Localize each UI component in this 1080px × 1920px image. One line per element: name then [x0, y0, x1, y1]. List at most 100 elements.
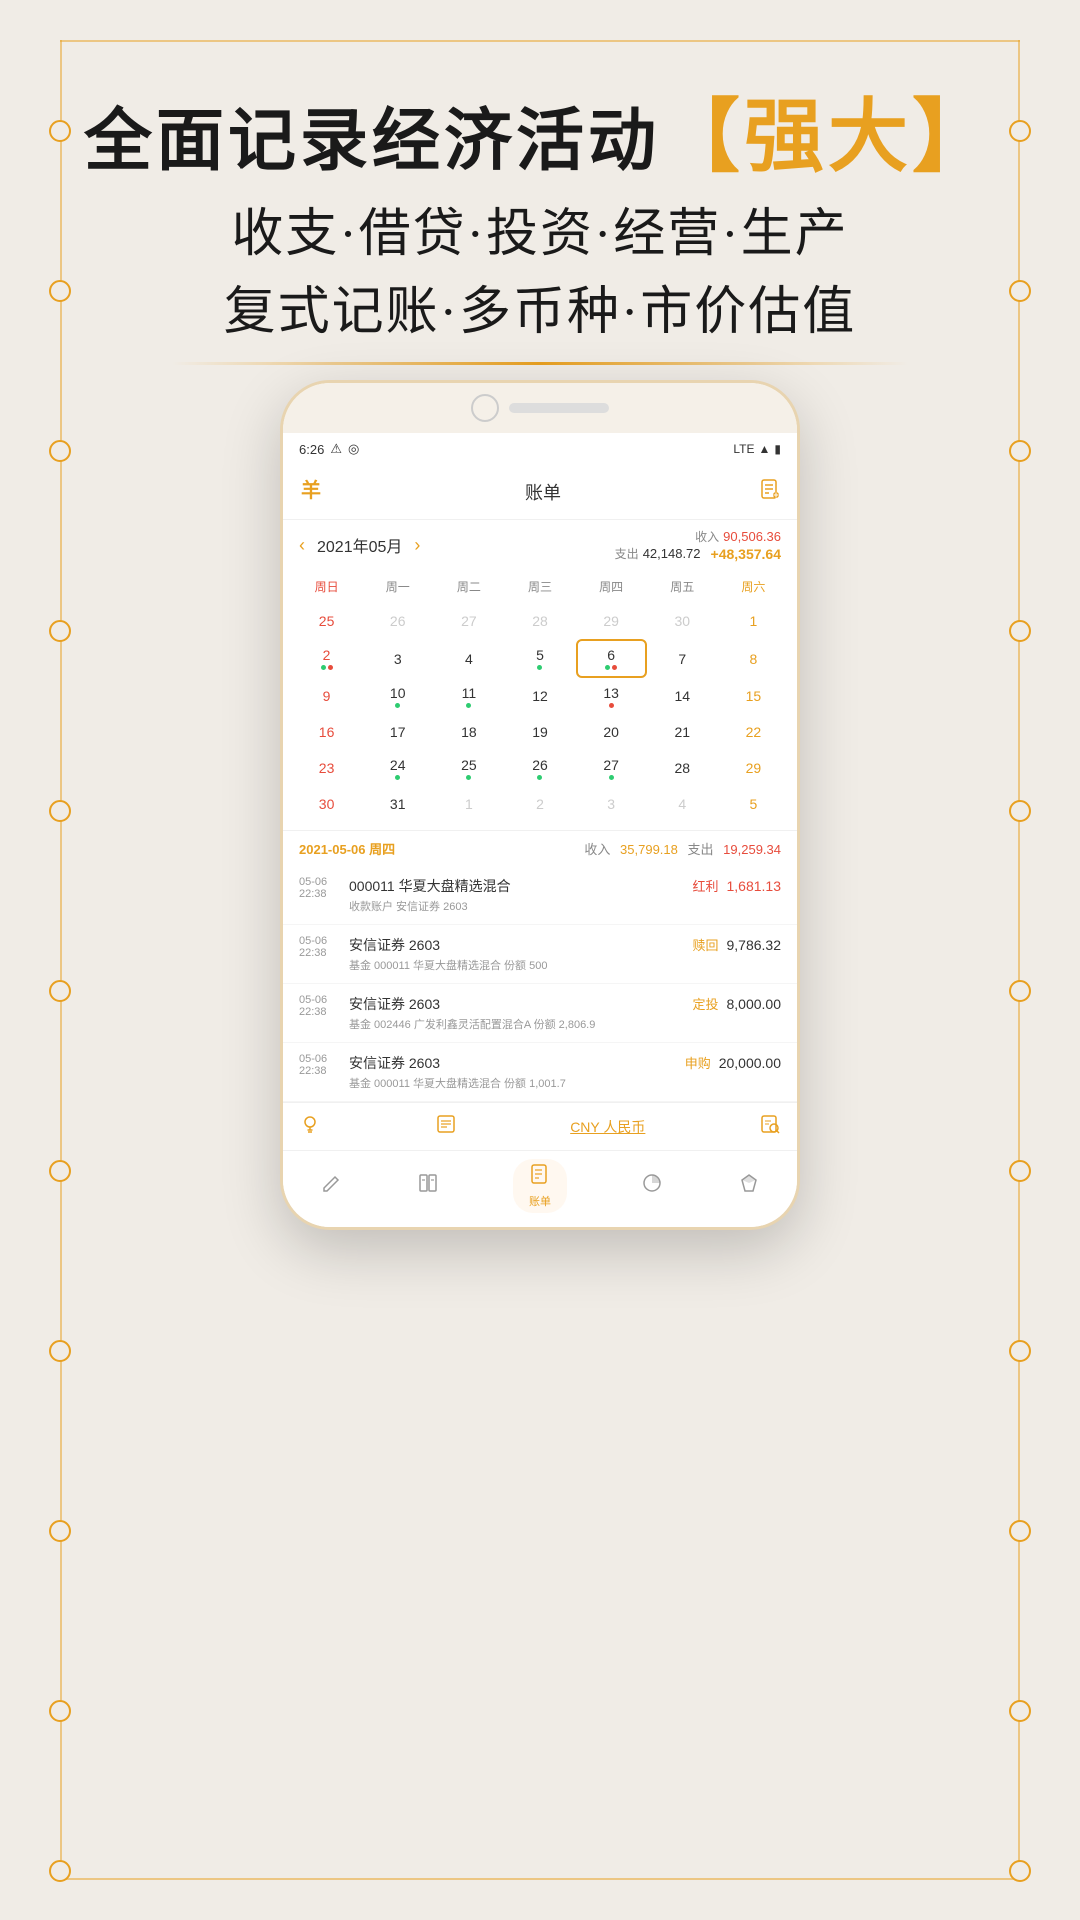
cal-day-17[interactable]: 17	[362, 714, 433, 750]
cal-day-23[interactable]: 23	[291, 750, 362, 786]
weekday-sat: 周六	[718, 574, 789, 599]
cal-day-1[interactable]: 1	[718, 603, 789, 639]
cal-day-5-next[interactable]: 5	[718, 786, 789, 822]
status-battery-icon: ▮	[774, 442, 781, 456]
cal-day-27-prev[interactable]: 27	[433, 603, 504, 639]
cal-day-31[interactable]: 31	[362, 786, 433, 822]
trans-right-1: 红利 1,681.13	[692, 876, 781, 895]
bill-nav-label: 账单	[529, 1193, 551, 1209]
cal-day-28[interactable]: 28	[647, 750, 718, 786]
cal-day-5[interactable]: 5	[504, 639, 575, 678]
nav-item-gem[interactable]	[738, 1172, 760, 1200]
cal-day-15[interactable]: 15	[718, 678, 789, 714]
calendar-grid: 周日 周一 周二 周三 周四 周五 周六 25 26 27 28 29 30 1…	[283, 570, 797, 830]
trans-amount-row-3: 定投 8,000.00	[692, 994, 781, 1013]
trans-datetime-2: 05-06 22:38	[299, 935, 339, 959]
transaction-item-3[interactable]: 05-06 22:38 安信证券 2603 基金 002446 广发利鑫灵活配置…	[283, 984, 797, 1043]
cal-day-26-prev[interactable]: 26	[362, 603, 433, 639]
cal-day-27[interactable]: 27	[576, 750, 647, 786]
cal-day-29-prev[interactable]: 29	[576, 603, 647, 639]
cal-day-30[interactable]: 30	[291, 786, 362, 822]
cal-day-24[interactable]: 24	[362, 750, 433, 786]
cal-day-20[interactable]: 20	[576, 714, 647, 750]
cal-day-2[interactable]: 2	[291, 639, 362, 678]
trans-details-1: 000011 华夏大盘精选混合 收款账户 安信证券 2603	[349, 876, 692, 914]
transaction-item-4[interactable]: 05-06 22:38 安信证券 2603 基金 000011 华夏大盘精选混合…	[283, 1043, 797, 1102]
cal-day-21[interactable]: 21	[647, 714, 718, 750]
prev-month-button[interactable]: ‹	[299, 535, 305, 556]
cal-day-18[interactable]: 18	[433, 714, 504, 750]
next-month-button[interactable]: ›	[414, 535, 420, 556]
cal-day-19[interactable]: 19	[504, 714, 575, 750]
trans-amount-2: 9,786.32	[727, 937, 782, 953]
cal-day-30-prev[interactable]: 30	[647, 603, 718, 639]
nav-item-chart[interactable]	[641, 1172, 663, 1200]
selected-date-label: 2021-05-06 周四	[299, 839, 395, 858]
cal-day-7[interactable]: 7	[647, 639, 718, 678]
status-nfc-icon: ◎	[348, 441, 359, 457]
header-line1: 全面记录经济活动【强大】	[80, 90, 1000, 186]
cal-day-1-next[interactable]: 1	[433, 786, 504, 822]
transaction-item-1[interactable]: 05-06 22:38 000011 华夏大盘精选混合 收款账户 安信证券 26…	[283, 866, 797, 925]
bulb-button[interactable]	[299, 1113, 321, 1140]
cal-day-28-prev[interactable]: 28	[504, 603, 575, 639]
cal-day-26[interactable]: 26	[504, 750, 575, 786]
cal-day-16[interactable]: 16	[291, 714, 362, 750]
cal-day-3-next[interactable]: 3	[576, 786, 647, 822]
cal-day-9[interactable]: 9	[291, 678, 362, 714]
income-value: 90,506.36	[723, 529, 781, 544]
edit-button[interactable]	[759, 478, 781, 506]
cal-day-25-prev[interactable]: 25	[291, 603, 362, 639]
cal-day-2-next[interactable]: 2	[504, 786, 575, 822]
deco-circle	[49, 980, 71, 1002]
cal-day-25[interactable]: 25	[433, 750, 504, 786]
deco-circle	[1009, 1860, 1031, 1882]
calendar-weekday-header: 周日 周一 周二 周三 周四 周五 周六	[291, 570, 789, 603]
trans-name-3: 安信证券 2603	[349, 994, 692, 1014]
status-time: 6:26	[299, 442, 324, 457]
trans-right-4: 申购 20,000.00	[685, 1053, 781, 1072]
deco-circle	[49, 440, 71, 462]
cal-day-11[interactable]: 11	[433, 678, 504, 714]
cal-day-6-today[interactable]: 6	[576, 639, 647, 678]
deco-circle	[49, 1700, 71, 1722]
transaction-item-2[interactable]: 05-06 22:38 安信证券 2603 基金 000011 华夏大盘精选混合…	[283, 925, 797, 984]
status-signal-icon: ▲	[759, 442, 771, 456]
cal-day-13[interactable]: 13	[576, 678, 647, 714]
deco-circle	[1009, 1340, 1031, 1362]
deco-circle	[1009, 440, 1031, 462]
weekday-wed: 周三	[504, 574, 575, 599]
trans-main-2: 安信证券 2603 基金 000011 华夏大盘精选混合 份额 500 赎回 9…	[349, 935, 781, 973]
search-button[interactable]	[759, 1113, 781, 1140]
cal-day-4[interactable]: 4	[433, 639, 504, 678]
app-header: 羊 账单	[283, 465, 797, 520]
cal-day-22[interactable]: 22	[718, 714, 789, 750]
cal-day-8[interactable]: 8	[718, 639, 789, 678]
cal-day-3[interactable]: 3	[362, 639, 433, 678]
nav-item-stats[interactable]	[417, 1172, 439, 1200]
calendar-month: 2021年05月	[317, 533, 402, 557]
trans-amount-row-1: 红利 1,681.13	[692, 876, 781, 895]
expense-row: 支出 42,148.72 +48,357.64	[615, 545, 781, 562]
cal-day-4-next[interactable]: 4	[647, 786, 718, 822]
bottom-toolbar: CNY 人民币	[283, 1102, 797, 1150]
status-bar: 6:26 ⚠ ◎ LTE ▲ ▮	[283, 433, 797, 465]
cal-day-29[interactable]: 29	[718, 750, 789, 786]
deco-circle	[49, 1160, 71, 1182]
trans-main-3: 安信证券 2603 基金 002446 广发利鑫灵活配置混合A 份额 2,806…	[349, 994, 781, 1032]
border-bottom	[60, 1878, 1020, 1880]
header-line3: 复式记账·多币种·市价估值	[80, 274, 1000, 352]
phone-mockup: 6:26 ⚠ ◎ LTE ▲ ▮ 羊 账单	[280, 380, 800, 1230]
trans-tag-2: 赎回	[692, 935, 718, 954]
list-view-button[interactable]	[435, 1113, 457, 1140]
app-title: 账单	[525, 479, 561, 505]
cal-day-12[interactable]: 12	[504, 678, 575, 714]
cal-day-10[interactable]: 10	[362, 678, 433, 714]
nav-item-bill[interactable]: 账单	[513, 1159, 567, 1213]
status-warning-icon: ⚠	[330, 441, 342, 457]
nav-item-edit[interactable]	[320, 1172, 342, 1200]
app-logo: 羊	[299, 475, 327, 509]
trans-right-2: 赎回 9,786.32	[692, 935, 781, 954]
cal-day-14[interactable]: 14	[647, 678, 718, 714]
currency-selector[interactable]: CNY 人民币	[570, 1117, 645, 1137]
